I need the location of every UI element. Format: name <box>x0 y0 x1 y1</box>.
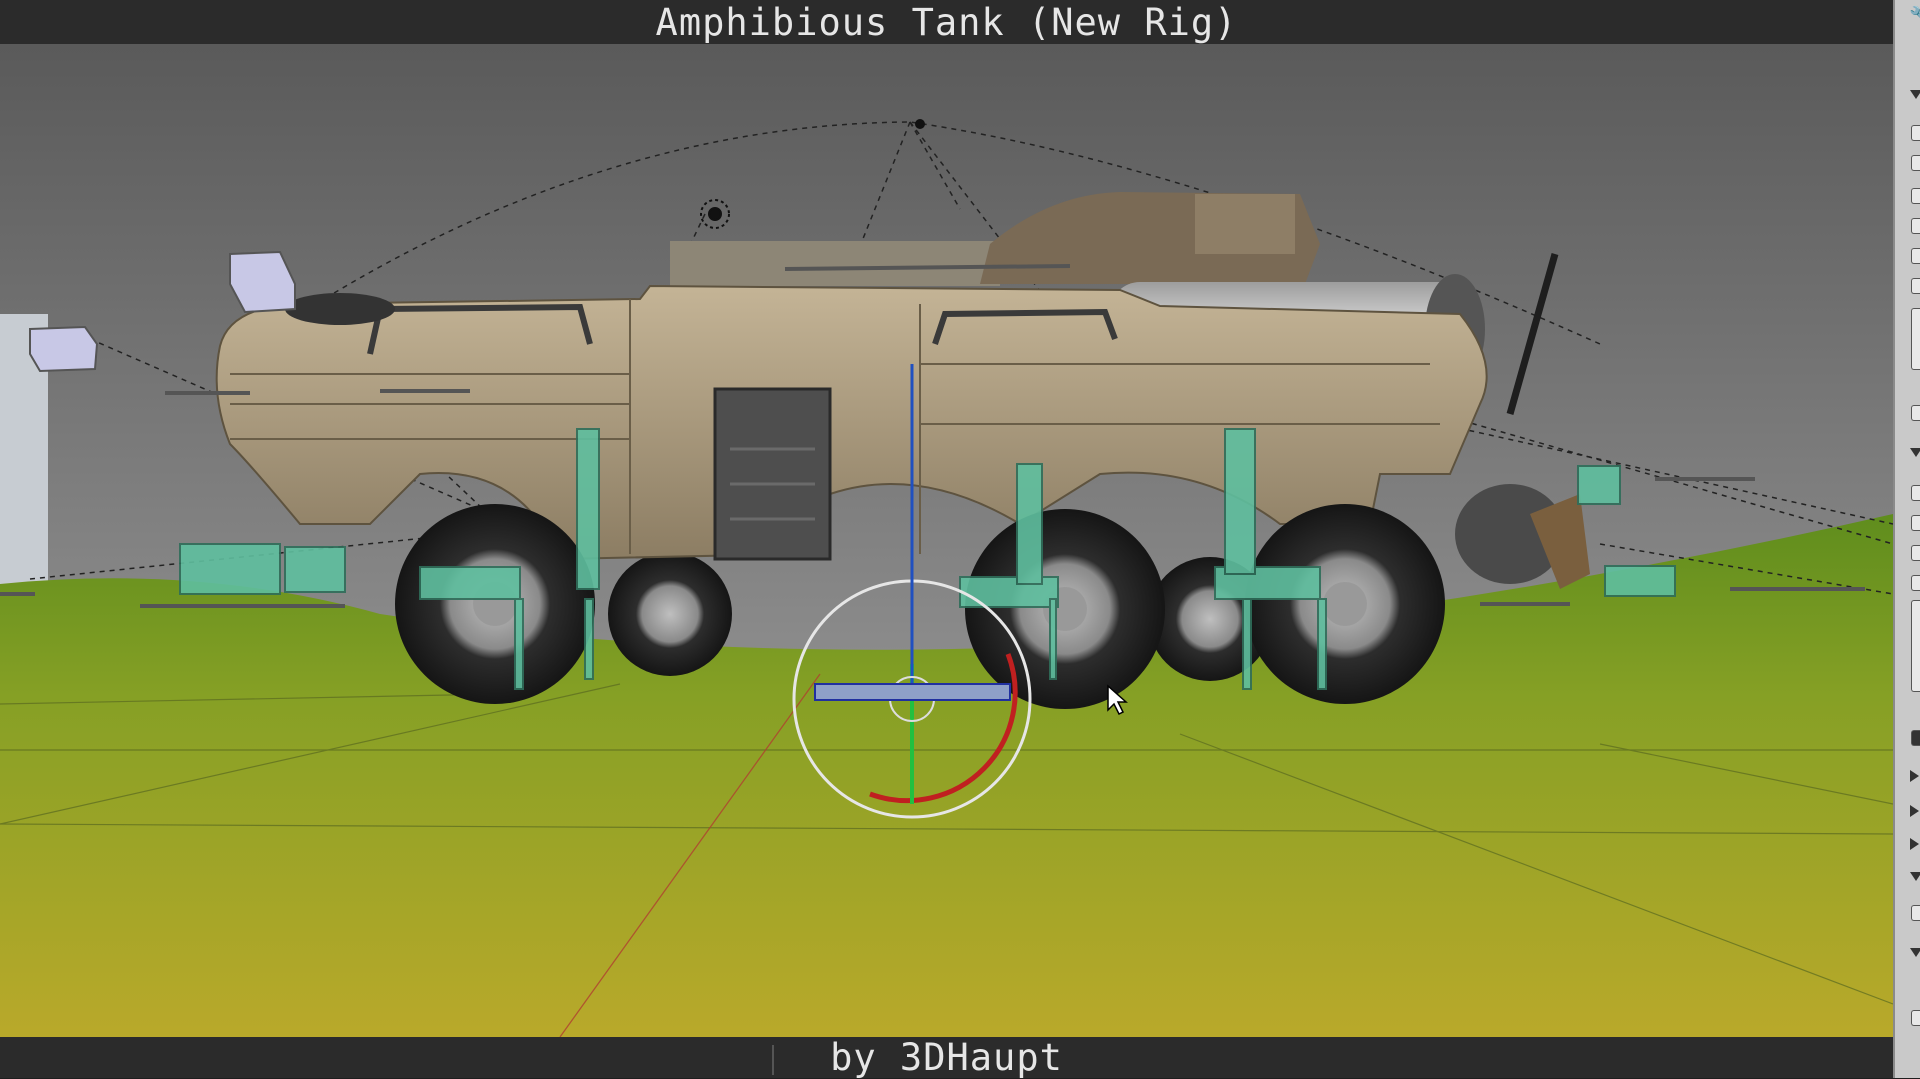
checkbox[interactable] <box>1911 155 1920 171</box>
checkbox[interactable] <box>1911 405 1920 421</box>
checkbox[interactable] <box>1911 545 1920 561</box>
properties-panel[interactable]: 🔧 <box>1893 0 1920 1078</box>
control-box-1 <box>229 250 296 314</box>
checkbox[interactable] <box>1911 188 1920 204</box>
checkbox[interactable] <box>1911 485 1920 501</box>
turret-box <box>1195 194 1295 254</box>
bar-divider <box>772 1045 774 1075</box>
control-box-2 <box>29 325 99 373</box>
checkbox[interactable] <box>1911 278 1920 294</box>
credit-text: by 3DHaupt <box>830 1036 1063 1079</box>
3d-viewport[interactable] <box>0 44 1893 1037</box>
checkbox[interactable] <box>1911 218 1920 234</box>
checkbox[interactable] <box>1911 515 1920 531</box>
checkbox[interactable] <box>1911 905 1920 921</box>
checkbox[interactable] <box>1911 248 1920 264</box>
roof-rail <box>670 241 1000 286</box>
wrench-icon[interactable]: 🔧 <box>1909 6 1920 27</box>
checkbox[interactable] <box>1911 575 1920 591</box>
expand-arrow-icon[interactable] <box>1910 805 1919 817</box>
video-title-bar: Amphibious Tank (New Rig) <box>0 0 1893 44</box>
scene-render <box>0 44 1893 1037</box>
video-title: Amphibious Tank (New Rig) <box>655 0 1238 44</box>
wheel-far-1 <box>608 552 732 676</box>
expand-arrow-icon[interactable] <box>1910 770 1919 782</box>
collapse-arrow-icon[interactable] <box>1910 948 1920 957</box>
target-empty <box>915 119 925 129</box>
collapse-arrow-icon[interactable] <box>1910 872 1920 881</box>
expand-arrow-icon[interactable] <box>1910 838 1919 850</box>
mouse-cursor-icon <box>1107 684 1128 716</box>
collapse-arrow-icon[interactable] <box>1910 448 1920 457</box>
checkbox[interactable] <box>1911 125 1920 141</box>
hatch <box>285 293 395 325</box>
slider-field[interactable] <box>1911 600 1920 692</box>
side-door <box>713 387 832 561</box>
slider-field[interactable] <box>1911 308 1920 370</box>
credit-bar: by 3DHaupt <box>0 1036 1893 1079</box>
color-swatch[interactable] <box>1911 730 1920 746</box>
collapse-arrow-icon[interactable] <box>1910 90 1920 99</box>
checkbox[interactable] <box>1911 1010 1920 1026</box>
